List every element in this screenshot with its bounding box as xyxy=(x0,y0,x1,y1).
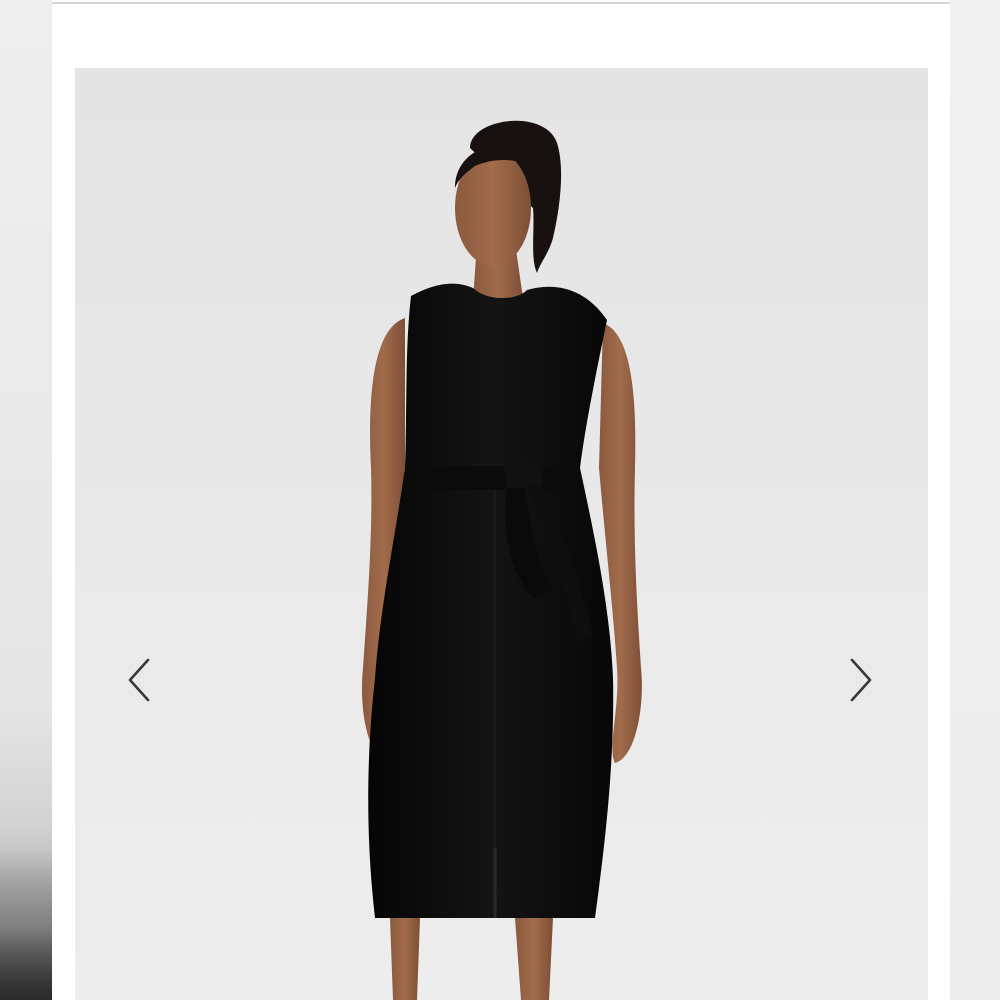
previous-image-button[interactable] xyxy=(118,655,158,705)
top-divider xyxy=(52,2,950,4)
chevron-right-icon xyxy=(850,658,872,702)
right-edge xyxy=(950,0,1000,1000)
screen xyxy=(0,0,1000,1000)
left-edge-shadow xyxy=(0,820,52,1000)
product-image[interactable] xyxy=(75,68,928,1000)
product-image-gallery[interactable] xyxy=(75,68,928,1000)
next-image-button[interactable] xyxy=(842,655,882,705)
chevron-left-icon xyxy=(128,658,150,702)
